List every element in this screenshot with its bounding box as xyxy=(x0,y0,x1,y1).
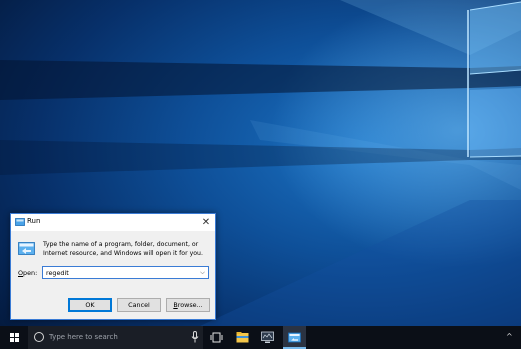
monitor-app-icon xyxy=(261,331,274,343)
chevron-down-icon[interactable]: ⌵ xyxy=(198,267,207,278)
browse-label: rowse... xyxy=(177,301,203,309)
start-button[interactable] xyxy=(0,326,28,349)
open-input[interactable]: regedit xyxy=(46,269,69,277)
file-explorer-icon xyxy=(236,332,249,343)
task-view-button[interactable] xyxy=(205,326,228,349)
run-app-icon xyxy=(288,332,301,343)
windows-logo-icon xyxy=(10,333,19,342)
taskbar: Type here to search ^ xyxy=(0,326,521,349)
dialog-description: Type the name of a program, folder, docu… xyxy=(43,241,203,257)
dialog-title: Run xyxy=(27,217,41,225)
search-placeholder[interactable]: Type here to search xyxy=(49,333,118,341)
open-label: Open: xyxy=(18,269,37,277)
taskbar-search-box[interactable]: Type here to search xyxy=(28,326,203,349)
monitor-app-button[interactable] xyxy=(256,326,279,349)
open-combobox[interactable]: regedit ⌵ xyxy=(42,266,209,279)
task-view-icon xyxy=(210,332,223,343)
cortana-circle-icon xyxy=(34,332,44,342)
dialog-titlebar[interactable]: Run ✕ xyxy=(11,214,215,231)
close-button[interactable]: ✕ xyxy=(197,214,215,231)
ok-button[interactable]: OK xyxy=(68,298,112,312)
tray-expand-chevron-icon[interactable]: ^ xyxy=(506,332,513,341)
run-dialog: Run ✕ Type the name of a program, folder… xyxy=(10,213,216,320)
open-label-text: pen: xyxy=(23,269,38,277)
close-icon: ✕ xyxy=(201,217,211,228)
microphone-icon[interactable] xyxy=(191,331,199,343)
run-icon xyxy=(15,218,25,226)
browse-button[interactable]: Browse... xyxy=(166,298,210,312)
run-program-icon xyxy=(18,242,35,255)
cancel-button[interactable]: Cancel xyxy=(117,298,161,312)
run-app-button[interactable] xyxy=(283,326,306,349)
file-explorer-button[interactable] xyxy=(231,326,254,349)
